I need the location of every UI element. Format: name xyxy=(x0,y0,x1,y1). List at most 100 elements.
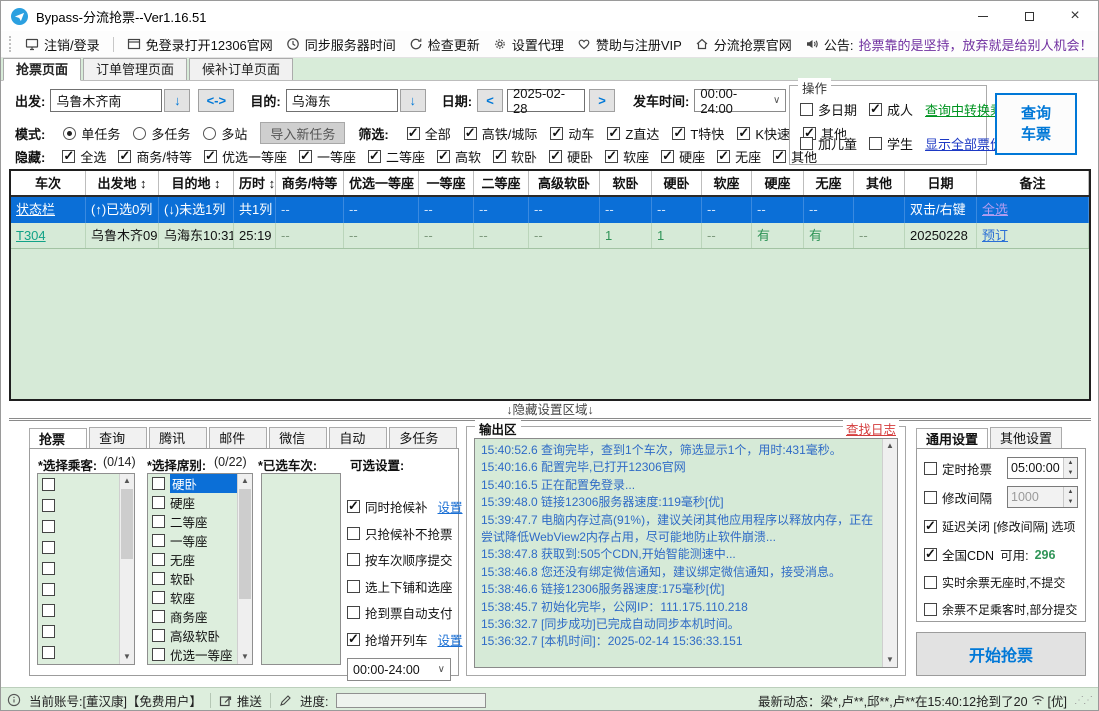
header-cell[interactable]: 高级软卧 xyxy=(529,171,600,195)
hide-business[interactable]: 商务/特等 xyxy=(118,147,192,166)
filter-k-train[interactable]: K快速 xyxy=(737,124,790,143)
filter-t-train[interactable]: T特快 xyxy=(672,124,724,143)
sync-time-button[interactable]: 同步服务器时间 xyxy=(286,35,396,54)
tab-order-manage[interactable]: 订单管理页面 xyxy=(83,58,187,80)
tab-grab-ticket[interactable]: 抢票页面 xyxy=(3,58,81,81)
student-checkbox[interactable]: 学生 xyxy=(869,134,913,153)
dest-input[interactable]: 乌海东 xyxy=(286,89,398,112)
hide-no-seat[interactable]: 无座 xyxy=(717,147,761,166)
tab-multitask-settings[interactable]: 多任务设置 xyxy=(389,427,457,449)
seat-class-scrollbar[interactable]: ▲ ▼ xyxy=(237,474,252,664)
selected-trains-list[interactable] xyxy=(261,473,341,665)
start-grabbing-button[interactable]: 开始抢票 xyxy=(916,632,1086,676)
no-seat-no-submit-checkbox[interactable]: 实时余票无座时,不提交 xyxy=(924,574,1065,591)
hide-preferred-first[interactable]: 优选一等座 xyxy=(204,147,287,166)
swap-stations-button[interactable]: <-> xyxy=(198,89,234,112)
minimize-button[interactable] xyxy=(960,1,1006,31)
tab-general-settings[interactable]: 通用设置 xyxy=(916,428,988,450)
waitlist-settings-link[interactable]: 设置 xyxy=(438,497,463,516)
filter-z-train[interactable]: Z直达 xyxy=(607,124,659,143)
depart-time-select[interactable]: 00:00-24:00 ∨ xyxy=(694,89,786,112)
open-12306-button[interactable]: 免登录打开12306官网 xyxy=(127,35,273,54)
tab-grab-settings[interactable]: 抢票设置 xyxy=(29,428,87,450)
header-cell[interactable]: 车次 xyxy=(11,171,86,195)
transfer-search-link[interactable]: 查询中转换乘 xyxy=(925,100,1003,119)
hide-soft-sleeper[interactable]: 软卧 xyxy=(493,147,537,166)
hide-second-class[interactable]: 二等座 xyxy=(368,147,425,166)
waitlist-only-checkbox[interactable]: 只抢候补不抢票 xyxy=(347,524,457,543)
import-task-button[interactable]: 导入新任务 xyxy=(260,122,345,144)
auto-pay-checkbox[interactable]: 抢到票自动支付 xyxy=(347,603,457,622)
grab-waitlist-checkbox[interactable]: 同时抢候补设置 xyxy=(347,497,457,516)
spinner-arrows[interactable]: ▲▼ xyxy=(1063,487,1077,507)
scroll-down-icon[interactable]: ▼ xyxy=(120,650,134,664)
tab-tencent-notify[interactable]: 腾讯通知 xyxy=(149,427,207,449)
log-output[interactable]: 15:40:52.6 查询完毕，查到1个车次，筛选显示1个，用时:431毫秒。 … xyxy=(474,438,898,668)
modify-interval-checkbox[interactable]: 修改间隔 xyxy=(924,488,992,507)
radio-multi-station[interactable]: 多站 xyxy=(203,124,247,143)
scrollbar-thumb[interactable] xyxy=(239,489,251,599)
scroll-up-icon[interactable]: ▲ xyxy=(238,474,252,488)
radio-multi-task[interactable]: 多任务 xyxy=(133,124,190,143)
multi-date-checkbox[interactable]: 多日期 xyxy=(800,100,857,119)
partial-submit-checkbox[interactable]: 余票不足乘客时,部分提交 xyxy=(924,601,1077,618)
scrollbar-thumb[interactable] xyxy=(121,489,133,559)
header-cell[interactable]: 硬卧 xyxy=(652,171,702,195)
spin-down-icon[interactable]: ▼ xyxy=(1064,468,1077,478)
national-cdn-checkbox[interactable]: 全国CDN xyxy=(924,545,994,564)
book-link[interactable]: 预订 xyxy=(977,223,1089,248)
query-tickets-button[interactable]: 查询 车票 xyxy=(995,93,1077,155)
header-cell[interactable]: 其他 xyxy=(854,171,905,195)
filter-highspeed[interactable]: 高铁/城际 xyxy=(464,124,538,143)
scroll-down-icon[interactable]: ▼ xyxy=(238,650,252,664)
filter-d-train[interactable]: 动车 xyxy=(550,124,594,143)
header-cell[interactable]: 软座 xyxy=(702,171,752,195)
header-cell[interactable]: 备注 xyxy=(977,171,1089,195)
tab-other-settings[interactable]: 其他设置 xyxy=(990,427,1062,449)
header-cell[interactable]: 无座 xyxy=(804,171,854,195)
submit-by-order-checkbox[interactable]: 按车次顺序提交 xyxy=(347,550,457,569)
hide-hard-seat[interactable]: 硬座 xyxy=(661,147,705,166)
passenger-scrollbar[interactable]: ▲ ▼ xyxy=(119,474,134,664)
header-cell[interactable]: 出发地 ↕ xyxy=(86,171,159,195)
show-all-prices-link[interactable]: 显示全部票价 xyxy=(925,134,1003,153)
resize-grip[interactable]: ⋰⋰ xyxy=(1074,695,1092,706)
spinner-arrows[interactable]: ▲▼ xyxy=(1063,458,1077,478)
header-cell[interactable]: 一等座 xyxy=(419,171,474,195)
status-bar-link[interactable]: 状态栏 xyxy=(11,197,86,223)
tab-email-notify[interactable]: 邮件通知 xyxy=(209,427,267,449)
child-checkbox[interactable]: 加儿童 xyxy=(800,134,857,153)
sponsor-vip-button[interactable]: 赞助与注册VIP xyxy=(577,35,682,54)
timed-grab-spinner[interactable]: 05:00:00 ▲▼ xyxy=(1007,457,1078,479)
maximize-button[interactable] xyxy=(1006,1,1052,31)
time-range-select[interactable]: 00:00-24:00 ∨ xyxy=(347,658,451,681)
table-status-row[interactable]: 状态栏 (↑)已选0列 (↓)未选1列 共1列 -- -- -- -- -- -… xyxy=(11,197,1089,223)
hide-first-class[interactable]: 一等座 xyxy=(299,147,356,166)
hide-premium-soft[interactable]: 高软 xyxy=(437,147,481,166)
proxy-settings-button[interactable]: 设置代理 xyxy=(493,35,564,54)
dest-dropdown-button[interactable]: ↓ xyxy=(400,89,426,112)
header-cell[interactable]: 二等座 xyxy=(474,171,529,195)
tab-waitlist-order[interactable]: 候补订单页面 xyxy=(189,58,293,80)
grab-extra-trains-checkbox[interactable]: 抢增开列车设置 xyxy=(347,630,457,649)
radio-single-task[interactable]: 单任务 xyxy=(63,124,120,143)
filter-all[interactable]: 全部 xyxy=(407,124,451,143)
find-log-link[interactable]: 查找日志 xyxy=(843,419,899,438)
header-cell[interactable]: 软卧 xyxy=(600,171,652,195)
interval-spinner[interactable]: 1000 ▲▼ xyxy=(1007,486,1078,508)
berth-seat-select-checkbox[interactable]: 选上下铺和选座 xyxy=(347,577,457,596)
header-cell[interactable]: 日期 xyxy=(905,171,977,195)
check-update-button[interactable]: 检查更新 xyxy=(409,35,480,54)
scroll-up-icon[interactable]: ▲ xyxy=(883,439,897,453)
spin-up-icon[interactable]: ▲ xyxy=(1064,487,1077,497)
depart-input[interactable]: 乌鲁木齐南 xyxy=(50,89,162,112)
official-site-button[interactable]: 分流抢票官网 xyxy=(695,35,792,54)
logout-login-button[interactable]: 注销/登录 xyxy=(25,35,100,54)
select-all-link[interactable]: 全选 xyxy=(977,197,1089,223)
tab-query-presale[interactable]: 查询起售 xyxy=(89,427,147,449)
train-number-link[interactable]: T304 xyxy=(11,223,86,248)
header-cell[interactable]: 历时 ↕ xyxy=(234,171,276,195)
spin-down-icon[interactable]: ▼ xyxy=(1064,497,1077,507)
tab-auto-pay[interactable]: 自动支付 xyxy=(329,427,387,449)
push-button[interactable]: 推送 xyxy=(219,691,262,710)
